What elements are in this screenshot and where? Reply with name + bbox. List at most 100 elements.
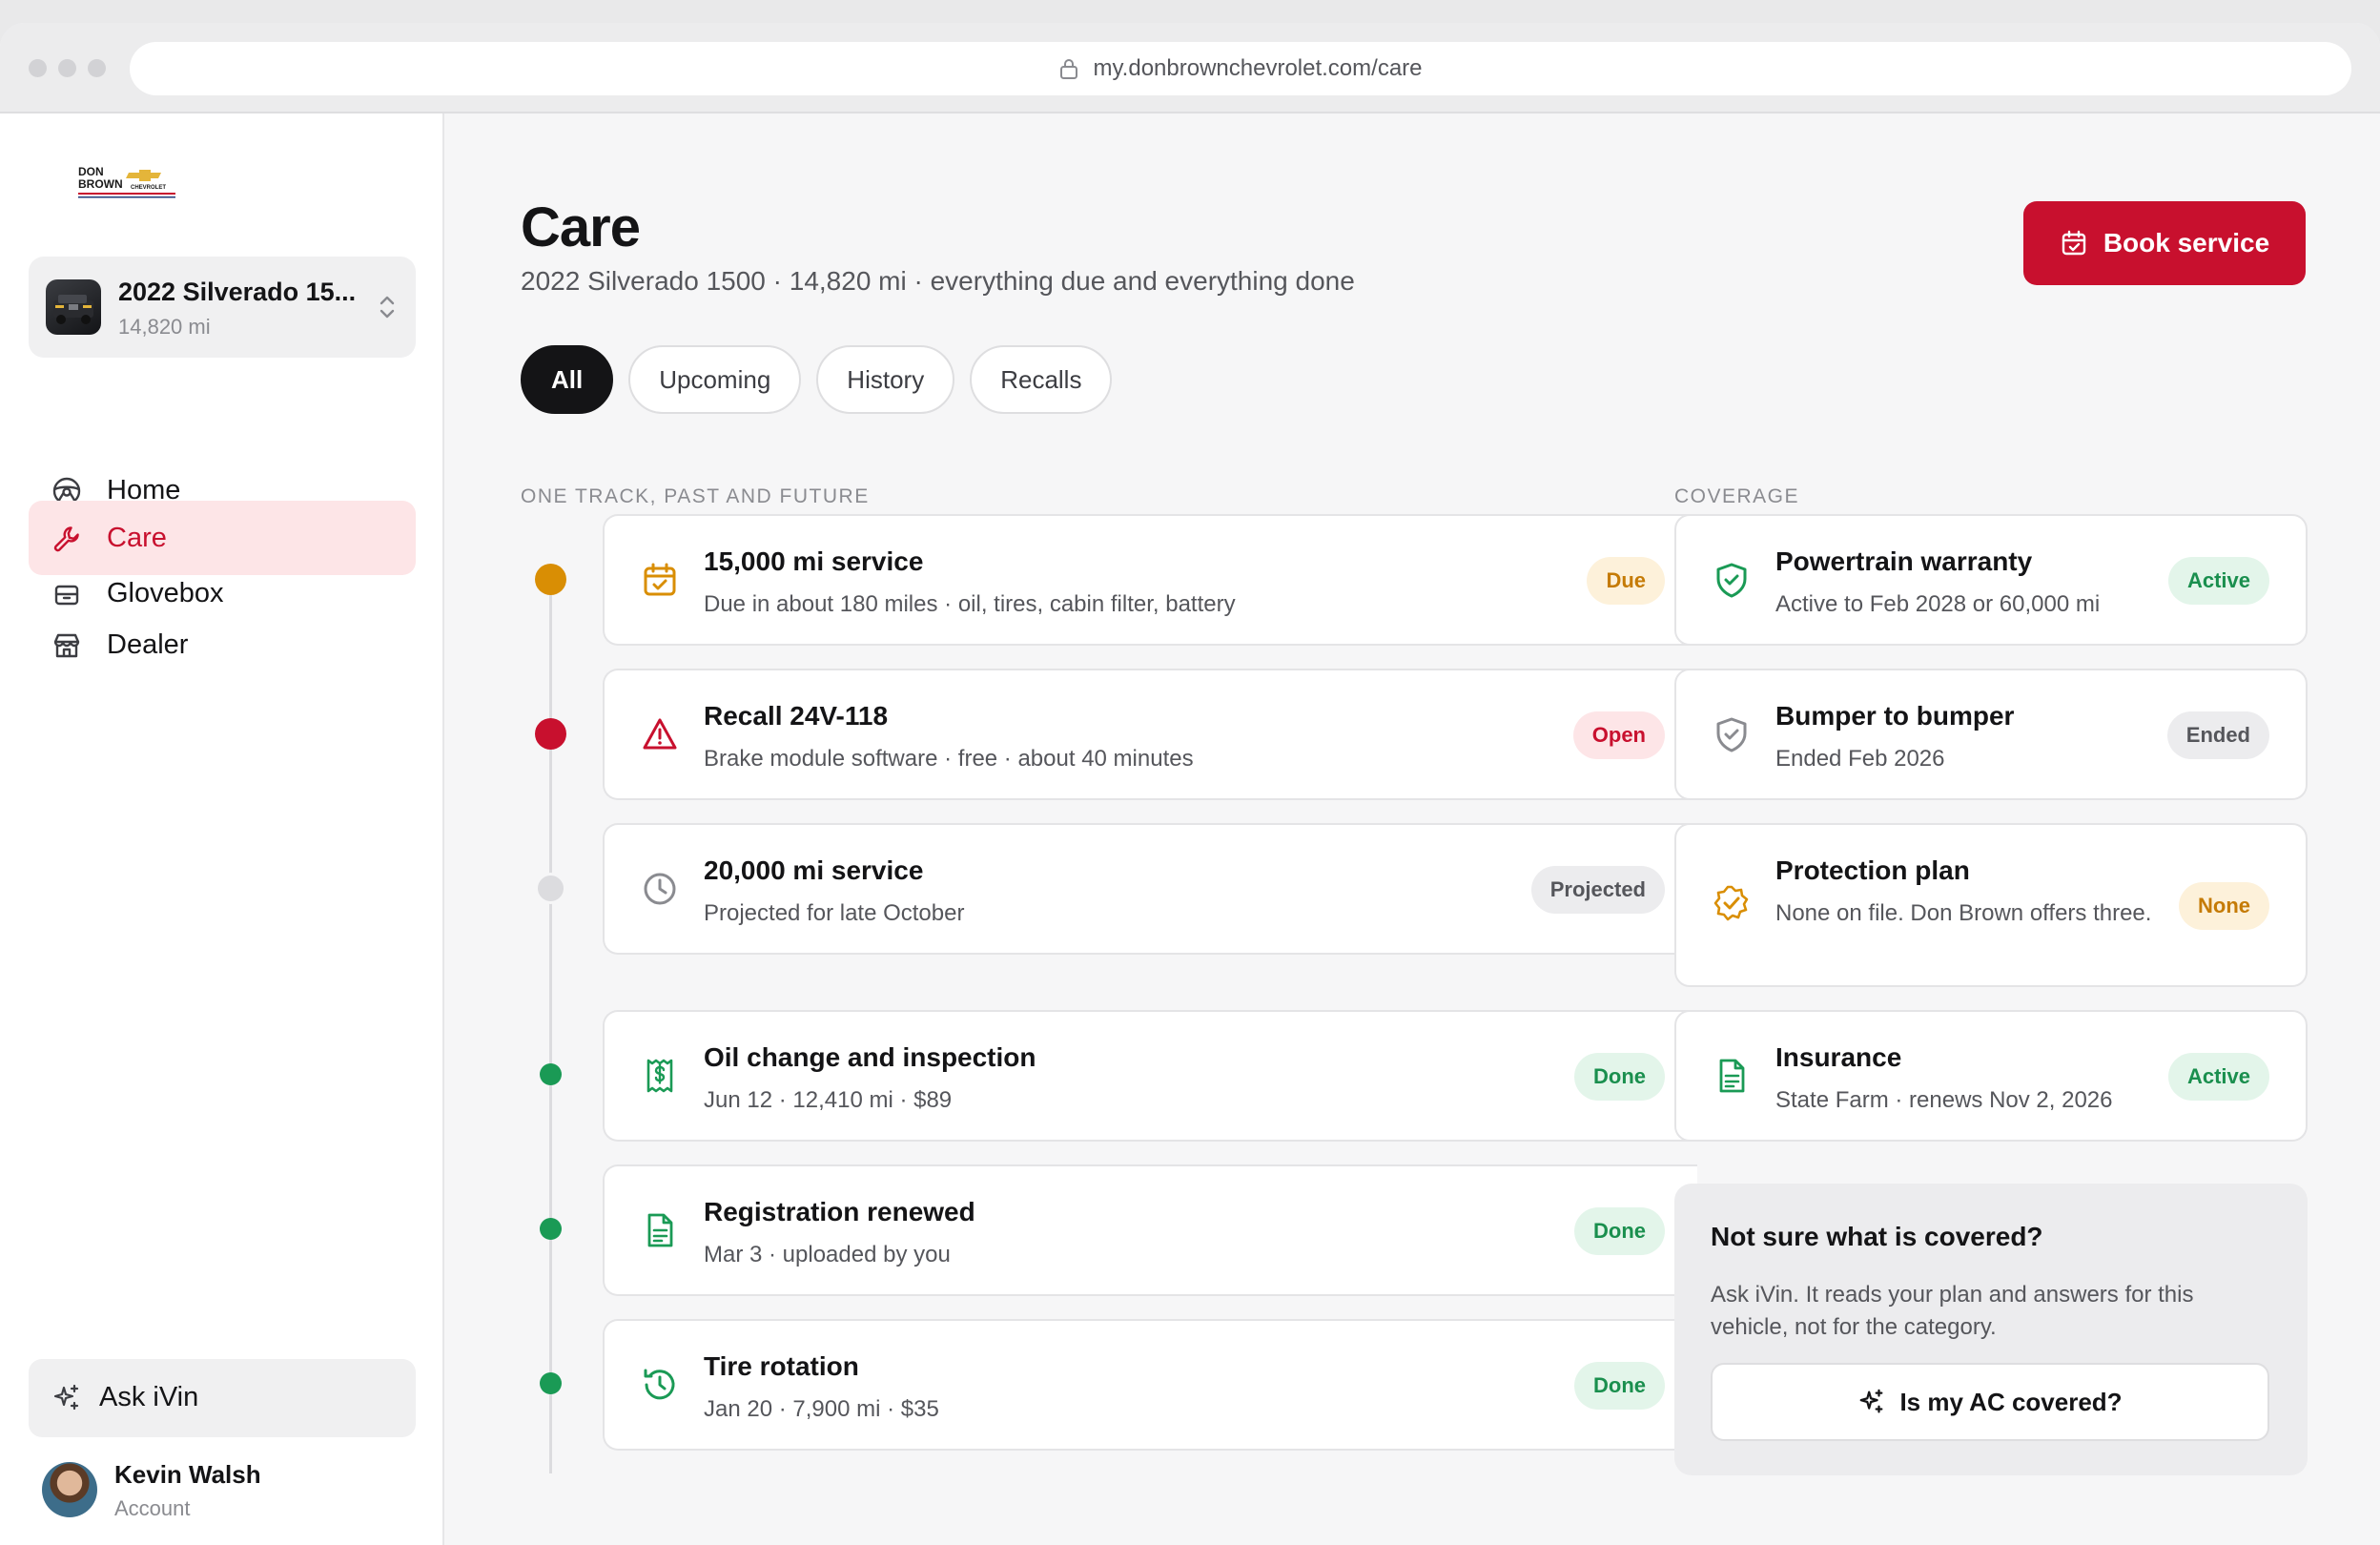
svg-text:CHEVROLET: CHEVROLET [131, 185, 166, 191]
url-text: my.donbrownchevrolet.com/care [1093, 55, 1423, 81]
timeline-card-registration[interactable]: Registration renewed Mar 3 · uploaded by… [603, 1164, 1697, 1296]
card-subtitle: Ended Feb 2026 [1775, 746, 1945, 772]
tab-history[interactable]: History [816, 345, 955, 414]
ask-ac-covered-button[interactable]: Is my AC covered? [1711, 1363, 2269, 1441]
shield-check-icon [1716, 563, 1747, 598]
coverage-help-panel: Not sure what is covered? Ask iVin. It r… [1674, 1184, 2308, 1475]
page-subtitle: 2022 Silverado 1500 · 14,820 mi · everyt… [521, 266, 1355, 296]
glovebox-icon [54, 585, 79, 606]
timeline-dot-due [535, 564, 566, 595]
status-badge: Active [2167, 557, 2269, 605]
card-subtitle: State Farm · renews Nov 2, 2026 [1775, 1087, 2113, 1113]
user-account-label: Account [114, 1496, 191, 1520]
timeline-dot-open [535, 718, 566, 750]
dealer-logo[interactable]: DON BROWN CHEVROLET [76, 163, 177, 206]
card-subtitle: Jan 20 · 7,900 mi · $35 [704, 1396, 939, 1422]
book-service-label: Book service [2103, 228, 2270, 258]
book-service-button[interactable]: Book service [2023, 201, 2306, 285]
help-body: Ask iVin. It reads your plan and answers… [1711, 1282, 2194, 1340]
vehicle-switcher[interactable]: 2022 Silverado 15... 14,820 mi [29, 257, 416, 358]
status-badge: Done [1574, 1207, 1665, 1255]
timeline-card-tire-rotation[interactable]: Tire rotation Jan 20 · 7,900 mi · $35 Do… [603, 1319, 1697, 1451]
status-badge: Ended [2166, 711, 2269, 759]
browser-window: my.donbrownchevrolet.com/care DON BROWN … [0, 23, 2380, 1545]
tab-all[interactable]: All [521, 345, 614, 414]
timeline-section-label: ONE TRACK, PAST AND FUTURE [521, 485, 870, 507]
timeline-dot-projected [535, 873, 566, 904]
timeline-card-oil-change[interactable]: Oil change and inspection Jun 12 · 12,41… [603, 1010, 1697, 1142]
coverage-section-label: COVERAGE [1674, 485, 1800, 507]
card-title: Protection plan [1775, 855, 1970, 885]
calendar-icon [2062, 230, 2086, 256]
coverage-card-bumper-to-bumper[interactable]: Bumper to bumper Ended Feb 2026 Ended [1674, 669, 2308, 800]
sparkles-icon [53, 1384, 79, 1411]
lock-icon [1060, 59, 1078, 79]
card-subtitle: Projected for late October [704, 900, 965, 926]
card-subtitle: Mar 3 · uploaded by you [704, 1242, 951, 1267]
timeline-dot-done [540, 1063, 562, 1085]
sidebar-item-label: Care [107, 522, 167, 553]
ask-ac-covered-label: Is my AC covered? [1899, 1387, 2123, 1416]
card-subtitle: Due in about 180 miles · oil, tires, cab… [704, 591, 1236, 617]
warning-icon [643, 718, 677, 750]
card-subtitle: None on file. Don Brown offers three. [1775, 900, 2152, 926]
timeline-card-15000-service[interactable]: 15,000 mi service Due in about 180 miles… [603, 514, 1697, 646]
tab-recalls[interactable]: Recalls [970, 345, 1113, 414]
calendar-check-icon [644, 563, 676, 596]
status-badge: Open [1572, 711, 1665, 759]
window-dot[interactable] [58, 59, 76, 77]
card-subtitle: Active to Feb 2028 or 60,000 mi [1775, 591, 2101, 617]
browser-chrome: my.donbrownchevrolet.com/care [0, 23, 2380, 113]
card-title: Recall 24V-118 [704, 701, 889, 731]
clock-icon [644, 873, 676, 905]
document-icon [1719, 1059, 1745, 1093]
window-dot[interactable] [29, 59, 47, 77]
receipt-icon [646, 1059, 673, 1093]
main-content: Care 2022 Silverado 1500 · 14,820 mi · e… [446, 113, 2380, 1545]
card-title: Insurance [1775, 1042, 1902, 1072]
timeline-dot-done [540, 1218, 562, 1240]
card-title: Bumper to bumper [1775, 701, 2015, 731]
avatar [42, 1462, 97, 1517]
sidebar-item-label: Dealer [107, 628, 189, 660]
sparkles-icon [1860, 1389, 1883, 1413]
coverage-card-powertrain[interactable]: Powertrain warranty Active to Feb 2028 o… [1674, 514, 2308, 646]
chevron-up-down-icon [380, 296, 395, 319]
badge-check-icon [1713, 885, 1749, 921]
sidebar-item-label: Glovebox [107, 577, 224, 608]
storefront-icon [53, 633, 80, 658]
card-title: Oil change and inspection [704, 1042, 1036, 1072]
card-title: Powertrain warranty [1775, 546, 2033, 576]
history-icon [644, 1369, 675, 1400]
help-title: Not sure what is covered? [1711, 1222, 2043, 1251]
status-badge: Projected [1530, 866, 1665, 914]
svg-text:BROWN: BROWN [78, 177, 123, 191]
card-title: Registration renewed [704, 1197, 975, 1226]
wrench-icon [53, 526, 79, 552]
filter-tabs: All Upcoming History Recalls [521, 345, 1113, 414]
address-bar[interactable]: my.donbrownchevrolet.com/care [130, 42, 2351, 95]
card-subtitle: Jun 12 · 12,410 mi · $89 [704, 1087, 953, 1113]
status-badge: None [2179, 882, 2269, 930]
window-dot[interactable] [88, 59, 106, 77]
shield-check-icon [1716, 717, 1747, 752]
ask-ivin-button[interactable]: Ask iVin [29, 1359, 416, 1437]
sidebar: DON BROWN CHEVROLET 2022 Silverado 15...… [0, 113, 444, 1545]
page-title: Care [521, 196, 641, 258]
ask-ivin-label: Ask iVin [99, 1382, 199, 1412]
card-title: 20,000 mi service [704, 855, 924, 885]
coverage-card-insurance[interactable]: Insurance State Farm · renews Nov 2, 202… [1674, 1010, 2308, 1142]
timeline-card-recall[interactable]: Recall 24V-118 Brake module software · f… [603, 669, 1697, 800]
timeline-dot-done [540, 1372, 562, 1394]
vehicle-mileage: 14,820 mi [118, 315, 211, 339]
timeline-rail [549, 579, 552, 1473]
vehicle-name: 2022 Silverado 15... [118, 278, 357, 306]
user-name: Kevin Walsh [114, 1460, 261, 1489]
card-title: 15,000 mi service [704, 546, 924, 576]
sidebar-item-dealer[interactable]: Dealer [29, 608, 416, 682]
tab-upcoming[interactable]: Upcoming [628, 345, 802, 414]
coverage-card-protection-plan[interactable]: Protection plan None on file. Don Brown … [1674, 823, 2308, 987]
status-badge: Done [1574, 1053, 1665, 1101]
timeline-card-20000-service[interactable]: 20,000 mi service Projected for late Oct… [603, 823, 1697, 955]
status-badge: Done [1574, 1362, 1665, 1410]
